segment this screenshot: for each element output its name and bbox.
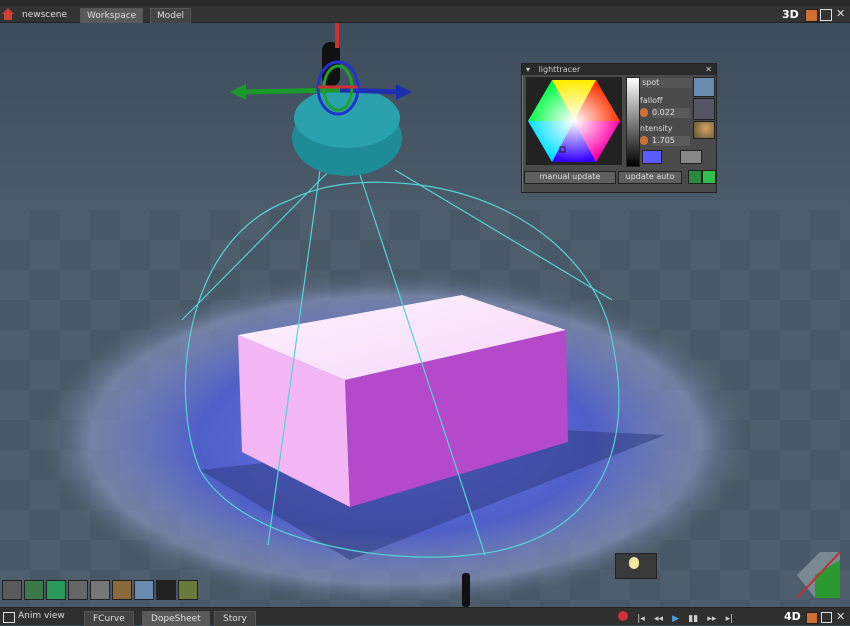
- anim-view-bar: Anim view FCurve DopeSheet Story |◂ ◂◂ ▶…: [0, 607, 850, 626]
- cube-tool-icon[interactable]: [46, 580, 66, 600]
- falloff-value[interactable]: 0.022: [652, 108, 690, 118]
- tab-workspace[interactable]: Workspace: [80, 8, 144, 23]
- panel-title: lighttracer: [538, 65, 581, 74]
- maximize-icon[interactable]: [820, 9, 832, 21]
- manual-update-button[interactable]: manual update: [524, 171, 616, 184]
- anim-mode-label[interactable]: 4D: [784, 610, 801, 623]
- go-end-icon[interactable]: ▸|: [726, 614, 734, 624]
- light-type-label[interactable]: spot: [640, 78, 692, 88]
- object-toolbar: [2, 580, 237, 604]
- tab-newscene[interactable]: newscene: [16, 8, 74, 22]
- sphere-tool-icon[interactable]: [24, 580, 44, 600]
- falloff-curve-icon[interactable]: [693, 77, 715, 97]
- update-auto-button[interactable]: update auto: [618, 171, 682, 184]
- forward-icon[interactable]: ▸▸: [707, 614, 716, 624]
- color-wheel[interactable]: [526, 77, 622, 165]
- collapse-icon[interactable]: ▾: [526, 65, 530, 74]
- material-tool-icon[interactable]: [112, 580, 132, 600]
- panel-close-icon[interactable]: ✕: [705, 64, 712, 75]
- record-icon[interactable]: [618, 611, 628, 621]
- bone-tool-icon[interactable]: [90, 580, 110, 600]
- texture-tool-icon[interactable]: [134, 580, 154, 600]
- refresh-icon[interactable]: [688, 170, 702, 184]
- rewind-icon[interactable]: ◂◂: [654, 614, 663, 624]
- color-swatch[interactable]: [642, 150, 662, 164]
- 3d-viewport[interactable]: ▾ lighttracer ✕ spot falloff 0.022 ntens…: [0, 23, 850, 607]
- anim-close-icon[interactable]: ✕: [836, 610, 845, 623]
- falloff-label: falloff: [640, 96, 663, 105]
- pause-icon[interactable]: ▮▮: [688, 614, 698, 624]
- sphere-preview-icon[interactable]: [693, 121, 715, 139]
- anim-view-title: Anim view: [18, 611, 65, 621]
- tab-model[interactable]: Model: [150, 8, 192, 23]
- paint-tool-icon[interactable]: [178, 580, 198, 600]
- scene-canvas[interactable]: [0, 23, 850, 607]
- playback-controls: |◂ ◂◂ ▶ ▮▮ ▸▸ ▸|: [618, 611, 734, 624]
- light-properties-panel: ▾ lighttracer ✕ spot falloff 0.022 ntens…: [521, 63, 717, 193]
- ring-tool-icon[interactable]: [156, 580, 176, 600]
- light-bulb-icon[interactable]: [615, 553, 657, 579]
- intensity-value[interactable]: 1.705: [652, 136, 690, 146]
- brightness-slider[interactable]: [626, 77, 640, 167]
- anim-view-icon[interactable]: [3, 612, 15, 623]
- intensity-stepper-icon[interactable]: [640, 136, 648, 145]
- view-mode-label[interactable]: 3D: [782, 8, 799, 21]
- panel-title-bar[interactable]: ▾ lighttracer ✕: [522, 64, 716, 75]
- close-icon[interactable]: ✕: [836, 7, 845, 20]
- go-start-icon[interactable]: |◂: [637, 614, 645, 624]
- play-icon[interactable]: ▶: [672, 614, 679, 624]
- spotlight-top: [294, 88, 400, 148]
- floor-tool-icon[interactable]: [68, 580, 88, 600]
- falloff-stepper-icon[interactable]: [640, 108, 648, 117]
- top-tab-bar: newscene Workspace Model 3D ✕: [0, 6, 850, 23]
- scroll-handle[interactable]: [462, 573, 470, 607]
- curve-preview: [693, 98, 715, 120]
- home-icon[interactable]: [2, 8, 14, 20]
- anim-maximize-icon[interactable]: [821, 612, 832, 623]
- select-tool-icon[interactable]: [2, 580, 22, 600]
- layout-icon[interactable]: [805, 9, 818, 22]
- arrow-down-icon[interactable]: [702, 170, 716, 184]
- intensity-label: ntensity: [640, 124, 673, 133]
- anim-layout-icon[interactable]: [806, 612, 818, 624]
- gray-swatch[interactable]: [680, 150, 702, 164]
